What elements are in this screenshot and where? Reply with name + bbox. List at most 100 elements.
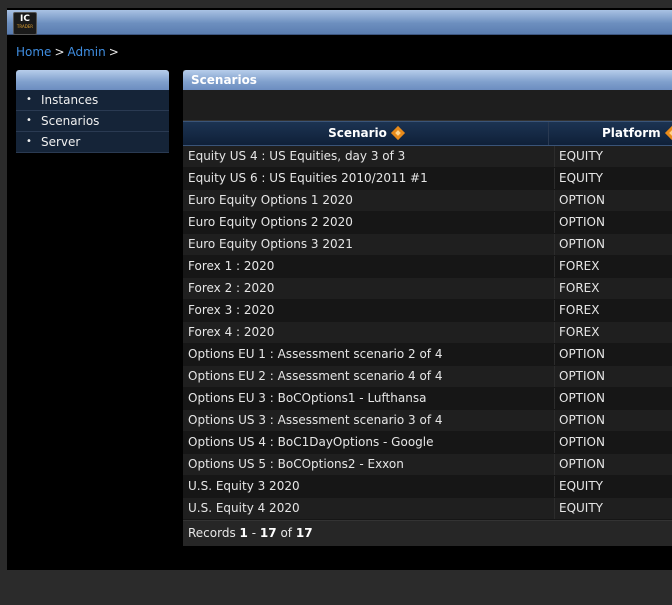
- platform-value: OPTION: [559, 237, 605, 251]
- table-body: Equity US 4 : US Equities, day 3 of 3 EQU…: [183, 146, 672, 520]
- breadcrumb-separator: >: [54, 45, 65, 59]
- table-row[interactable]: Euro Equity Options 1 2020 OPTION: [183, 190, 672, 212]
- platform-value: FOREX: [559, 259, 600, 273]
- table-row[interactable]: Forex 1 : 2020 FOREX: [183, 256, 672, 278]
- sidebar-item-label: Server: [41, 135, 81, 149]
- platform-value: EQUITY: [559, 149, 604, 163]
- scenario-cell[interactable]: Forex 1 : 2020: [188, 256, 546, 277]
- records-footer: Records 1 - 17 of 17: [183, 520, 672, 546]
- platform-cell: OPTION: [554, 366, 672, 387]
- records-prefix: Records: [188, 526, 236, 540]
- platform-value: OPTION: [559, 193, 605, 207]
- records-end: 17: [259, 526, 277, 540]
- scenario-cell[interactable]: Forex 4 : 2020: [188, 322, 546, 343]
- records-total: 17: [295, 526, 313, 540]
- top-bar: IC TRADER: [7, 10, 672, 35]
- scenario-cell[interactable]: Forex 2 : 2020: [188, 278, 546, 299]
- table-row[interactable]: Forex 4 : 2020 FOREX: [183, 322, 672, 344]
- breadcrumb: Home > Admin >: [16, 45, 122, 59]
- table-row[interactable]: Equity US 6 : US Equities 2010/2011 #1 EQ…: [183, 168, 672, 190]
- table-row[interactable]: U.S. Equity 4 2020 EQUITY: [183, 498, 672, 520]
- sidebar: • Instances • Scenarios • Server: [16, 70, 169, 153]
- scenario-cell[interactable]: Euro Equity Options 2 2020: [188, 212, 546, 233]
- panel-title: Scenarios: [183, 70, 672, 90]
- platform-value: FOREX: [559, 325, 600, 339]
- table-row[interactable]: Options EU 2 : Assessment scenario 4 of …: [183, 366, 672, 388]
- platform-cell: FOREX: [554, 256, 672, 277]
- bullet-icon: •: [26, 136, 32, 147]
- records-dash: -: [251, 526, 257, 540]
- table-row[interactable]: Options US 3 : Assessment scenario 3 of …: [183, 410, 672, 432]
- platform-value: OPTION: [559, 347, 605, 361]
- sidebar-item-instances[interactable]: • Instances: [16, 90, 169, 111]
- bullet-icon: •: [26, 115, 32, 126]
- platform-cell: OPTION: [554, 410, 672, 431]
- platform-cell: OPTION: [554, 234, 672, 255]
- table-row[interactable]: Options EU 3 : BoCOptions1 - Lufthansa OP…: [183, 388, 672, 410]
- scenario-cell[interactable]: Options EU 1 : Assessment scenario 2 of …: [188, 344, 546, 365]
- platform-cell: OPTION: [554, 388, 672, 409]
- sidebar-item-label: Instances: [41, 93, 99, 107]
- sort-icon[interactable]: [390, 125, 405, 140]
- platform-cell: FOREX: [554, 278, 672, 299]
- sort-icon[interactable]: [664, 125, 672, 140]
- table-row[interactable]: Options US 4 : BoC1DayOptions - Google OP…: [183, 432, 672, 454]
- platform-value: FOREX: [559, 281, 600, 295]
- sidebar-item-server[interactable]: • Server: [16, 132, 169, 153]
- scenarios-panel: Scenarios Scenario Platform Equity US 4 …: [183, 70, 672, 546]
- scenario-cell[interactable]: Equity US 4 : US Equities, day 3 of 3: [188, 146, 546, 167]
- platform-value: OPTION: [559, 413, 605, 427]
- platform-value: OPTION: [559, 369, 605, 383]
- table-row[interactable]: Forex 3 : 2020 FOREX: [183, 300, 672, 322]
- platform-value: OPTION: [559, 435, 605, 449]
- logo-main-text: IC: [20, 14, 30, 24]
- platform-value: EQUITY: [559, 501, 604, 515]
- panel-toolbar: [183, 90, 672, 121]
- scenario-cell[interactable]: Forex 3 : 2020: [188, 300, 546, 321]
- table-row[interactable]: Options EU 1 : Assessment scenario 2 of …: [183, 344, 672, 366]
- platform-cell: OPTION: [554, 454, 672, 475]
- records-of: of: [280, 526, 293, 540]
- breadcrumb-admin-link[interactable]: Admin: [68, 45, 106, 59]
- table-row[interactable]: Options US 5 : BoCOptions2 - Exxon OPTION: [183, 454, 672, 476]
- table-row[interactable]: Euro Equity Options 3 2021 OPTION: [183, 234, 672, 256]
- platform-cell: FOREX: [554, 300, 672, 321]
- breadcrumb-home-link[interactable]: Home: [16, 45, 51, 59]
- platform-cell: EQUITY: [554, 476, 672, 497]
- platform-value: EQUITY: [559, 171, 604, 185]
- platform-value: OPTION: [559, 215, 605, 229]
- table-row[interactable]: Euro Equity Options 2 2020 OPTION: [183, 212, 672, 234]
- platform-cell: EQUITY: [554, 146, 672, 167]
- sidebar-header: [16, 70, 169, 90]
- platform-value: EQUITY: [559, 479, 604, 493]
- scenario-cell[interactable]: Options EU 2 : Assessment scenario 4 of …: [188, 366, 546, 387]
- scenario-cell[interactable]: Options US 4 : BoC1DayOptions - Google: [188, 432, 546, 453]
- app-window: IC TRADER Home > Admin > • Instances • Scen…: [7, 8, 672, 570]
- platform-cell: FOREX: [554, 322, 672, 343]
- platform-value: OPTION: [559, 457, 605, 471]
- platform-cell: OPTION: [554, 432, 672, 453]
- table-row[interactable]: Forex 2 : 2020 FOREX: [183, 278, 672, 300]
- platform-column-header[interactable]: Platform: [602, 122, 672, 145]
- sidebar-item-scenarios[interactable]: • Scenarios: [16, 111, 169, 132]
- platform-value: OPTION: [559, 391, 605, 405]
- scenario-cell[interactable]: Euro Equity Options 3 2021: [188, 234, 546, 255]
- scenario-cell[interactable]: U.S. Equity 4 2020: [188, 498, 546, 519]
- scenario-cell[interactable]: Euro Equity Options 1 2020: [188, 190, 546, 211]
- scenario-cell[interactable]: Options EU 3 : BoCOptions1 - Lufthansa: [188, 388, 546, 409]
- table-row[interactable]: Equity US 4 : US Equities, day 3 of 3 EQU…: [183, 146, 672, 168]
- platform-cell: OPTION: [554, 212, 672, 233]
- scenario-column-header[interactable]: Scenario: [183, 122, 549, 145]
- platform-value: FOREX: [559, 303, 600, 317]
- logo-sub-text: TRADER: [16, 24, 34, 29]
- table-header: Scenario Platform: [183, 121, 672, 146]
- scenario-cell[interactable]: U.S. Equity 3 2020: [188, 476, 546, 497]
- scenario-cell[interactable]: Equity US 6 : US Equities 2010/2011 #1: [188, 168, 546, 189]
- scenario-cell[interactable]: Options US 3 : Assessment scenario 3 of …: [188, 410, 546, 431]
- table-row[interactable]: U.S. Equity 3 2020 EQUITY: [183, 476, 672, 498]
- records-start: 1: [239, 526, 248, 540]
- platform-cell: EQUITY: [554, 498, 672, 519]
- scenario-column-label: Scenario: [328, 126, 387, 140]
- ic-trader-logo[interactable]: IC TRADER: [13, 12, 37, 35]
- scenario-cell[interactable]: Options US 5 : BoCOptions2 - Exxon: [188, 454, 546, 475]
